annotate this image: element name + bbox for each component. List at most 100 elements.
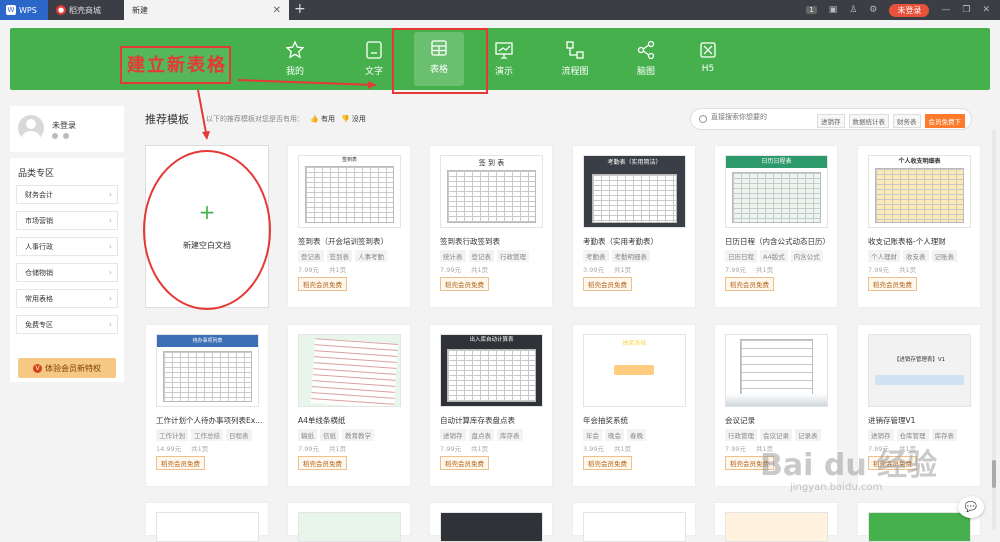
settings-icon[interactable]: ⚙ [869, 5, 877, 15]
category-item[interactable]: 人事行政 › [16, 237, 118, 256]
template-card[interactable]: 签 到 表 签到表行政签到表 统计表 登记表 行政管理 7.99元 共1页 稻壳会员免… [429, 145, 553, 308]
member-free-badge[interactable]: 稻壳会员免费 [583, 456, 632, 470]
member-free-badge[interactable]: 稻壳会员免费 [298, 277, 347, 291]
member-free-badge[interactable]: 稻壳会员免费 [583, 277, 632, 291]
tag[interactable]: 日历日程 [725, 250, 757, 262]
chat-icon[interactable]: 💬 [958, 496, 984, 518]
category-item[interactable]: 免费专区 › [16, 315, 118, 334]
template-card[interactable]: 个人收支明细表 收支记账表格-个人理财 个人理财 收支表 记账表 7.99元 共1页 … [857, 145, 981, 308]
tag[interactable]: 库存表 [497, 429, 523, 441]
tab-new[interactable]: 新建 ✕ [124, 0, 289, 20]
thumbnail-title: 签到表 [299, 156, 400, 164]
notification-badge[interactable]: 1 [806, 6, 817, 14]
vip-label: 体验会员新特权 [45, 363, 101, 373]
tag[interactable]: 晚会 [605, 429, 624, 441]
template-card[interactable] [145, 502, 269, 542]
user-name[interactable]: 未登录 [52, 120, 76, 131]
avatar[interactable] [18, 115, 44, 141]
member-free-badge[interactable]: 稻壳会员免费 [868, 277, 917, 291]
minimize-icon[interactable]: — [941, 5, 950, 15]
template-card[interactable]: 抽奖系统 年会抽奖系统 年会 晚会 春晚 3.99元 共1页 稻壳会员免费 [572, 324, 696, 487]
category-item[interactable]: 财务会计 › [16, 185, 118, 204]
tag[interactable]: 工作总结 [191, 429, 223, 441]
nav-item-h5[interactable]: H5 [682, 34, 734, 86]
template-thumbnail [156, 512, 259, 542]
nav-item-flowchart[interactable]: 流程图 [549, 34, 601, 86]
nav-item-mine[interactable]: 我的 [269, 34, 321, 86]
member-free-badge[interactable]: 稻壳会员免费 [440, 277, 489, 291]
member-free-badge[interactable]: 稻壳会员免费 [725, 277, 774, 291]
tag[interactable]: 教育教学 [342, 429, 374, 441]
tag[interactable]: 登记表 [298, 250, 324, 262]
category-item[interactable]: 仓储物销 › [16, 263, 118, 282]
member-free-badge[interactable]: 稻壳会员免费 [298, 456, 347, 470]
tag[interactable]: 收支表 [903, 250, 929, 262]
tag[interactable]: 盘点表 [468, 429, 494, 441]
restore-icon[interactable]: ❐ [962, 5, 970, 15]
tag[interactable]: 春晚 [627, 429, 646, 441]
scrollbar[interactable] [992, 130, 996, 530]
template-card[interactable] [287, 502, 411, 542]
tag[interactable]: 内含公式 [790, 250, 823, 262]
template-card[interactable]: 待办事项列表 工作计划个人待办事项列表Ex... 工作计划 工作总结 日程表 14.… [145, 324, 269, 487]
close-window-icon[interactable]: ✕ [982, 5, 990, 15]
feedback-no[interactable]: 👎 没用 [341, 114, 366, 124]
sheet-grid [163, 351, 252, 402]
tab-wps[interactable]: W WPS [0, 0, 48, 20]
template-meta: 7.99元 共1页 [298, 443, 346, 453]
template-thumbnail [440, 512, 543, 542]
template-title: 考勤表（实用考勤表） [583, 237, 658, 246]
category-label: 常用表格 [25, 294, 53, 303]
tag[interactable]: 考勤表 [583, 250, 609, 262]
template-card[interactable]: 出入库自动计算表 自动计算库存表盘点表 进销存 盘点表 库存表 7.99元 共1页 稻… [429, 324, 553, 487]
new-tab-icon[interactable]: + [294, 2, 306, 16]
template-title: 年会抽奖系统 [583, 416, 628, 425]
template-card[interactable] [714, 502, 838, 542]
shirt-icon[interactable]: ♙ [849, 5, 857, 15]
category-item[interactable]: 常用表格 › [16, 289, 118, 308]
tag[interactable]: 年会 [583, 429, 602, 441]
login-button[interactable]: 未登录 [889, 3, 930, 17]
tag[interactable]: 进销存 [440, 429, 466, 441]
member-free-badge[interactable]: 稻壳会员免费 [156, 456, 205, 470]
skin-icon[interactable]: ▣ [829, 5, 838, 15]
feedback-no-label: 没用 [351, 115, 366, 123]
feedback-yes[interactable]: 👍 有用 [310, 114, 335, 124]
template-card[interactable]: 签到表 签到表（开会培训签到表） 登记表 签到表 人事考勤 7.99元 共1页 稻壳会… [287, 145, 411, 308]
docer-logo-icon: ● [56, 5, 66, 15]
search-tag[interactable]: 财务表 [893, 114, 921, 128]
template-title: 自动计算库存表盘点表 [440, 416, 515, 425]
tag[interactable]: 考勤明细表 [611, 250, 650, 262]
tag[interactable]: 日程表 [226, 429, 252, 441]
search-input[interactable] [711, 113, 821, 121]
scrollbar-thumb[interactable] [992, 460, 996, 488]
vip-trial-button[interactable]: V 体验会员新特权 [18, 358, 116, 378]
nav-item-mindmap[interactable]: 脑图 [620, 34, 672, 86]
tag[interactable]: 行政管理 [497, 250, 529, 262]
search-tag[interactable]: 会员免费下 [924, 114, 965, 128]
category-item[interactable]: 市场营销 › [16, 211, 118, 230]
template-card[interactable]: A4单线条横纸 稿纸 信纸 教育教学 7.99元 共1页 稻壳会员免费 [287, 324, 411, 487]
sheet-grid [732, 172, 821, 223]
tag[interactable]: 稿纸 [298, 429, 317, 441]
search-tag[interactable]: 数据统计表 [848, 114, 889, 128]
tag[interactable]: 人事考勤 [355, 250, 387, 262]
tag[interactable]: 统计表 [440, 250, 466, 262]
template-card[interactable]: 考勤表（实用简洁） 考勤表（实用考勤表） 考勤表 考勤明细表 3.99元 共1页 稻… [572, 145, 696, 308]
member-free-badge[interactable]: 稻壳会员免费 [440, 456, 489, 470]
tag[interactable]: 行政管理 [725, 429, 757, 441]
tag[interactable]: A4版式 [760, 250, 788, 262]
close-tab-icon[interactable]: ✕ [273, 5, 281, 16]
search-tag[interactable]: 进销存 [817, 114, 845, 128]
tag[interactable]: 登记表 [468, 250, 494, 262]
tag[interactable]: 个人理财 [868, 250, 900, 262]
tab-docer-store[interactable]: ● 稻壳商城 [50, 0, 122, 20]
tag[interactable]: 信纸 [320, 429, 339, 441]
template-card[interactable] [572, 502, 696, 542]
tag[interactable]: 工作计划 [156, 429, 188, 441]
template-card[interactable] [429, 502, 553, 542]
wps-logo-icon: W [6, 5, 16, 15]
tag[interactable]: 签到表 [326, 250, 352, 262]
template-card[interactable]: 日历日程表 日历日程（内含公式动态日历） 日历日程 A4版式 内含公式 7.99元 共… [714, 145, 838, 308]
tag[interactable]: 记账表 [931, 250, 957, 262]
